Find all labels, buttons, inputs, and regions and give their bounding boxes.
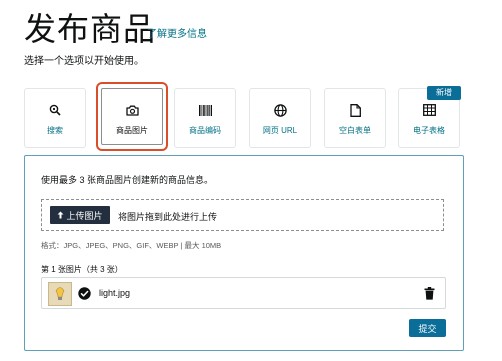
spreadsheet-icon — [422, 103, 436, 117]
format-hint: 格式：JPG、JPEG、PNG、GIF、WEBP | 最大 10MB — [41, 241, 222, 250]
uploaded-file-row: light.jpg — [41, 277, 446, 309]
upload-panel: 使用最多 3 张商品图片创建新的商品信息。 上传图片 将图片拖到此处进行上传 格… — [24, 155, 464, 351]
learn-more-link[interactable]: 了解更多信息 — [147, 25, 207, 40]
option-search-label: 搜索 — [47, 126, 63, 135]
check-circle-icon — [78, 287, 91, 300]
page-title: 发布商品 — [24, 11, 157, 47]
option-spreadsheet-label: 电子表格 — [413, 126, 445, 135]
option-cards: 搜索 商品编码 网页 URL 空白表单 电子表格 新增 — [24, 86, 464, 150]
upload-image-label: 上传图片 — [66, 210, 103, 221]
option-product-image[interactable]: 商品图片 — [101, 88, 163, 145]
option-url[interactable]: 网页 URL — [249, 88, 311, 148]
option-blank-form[interactable]: 空白表单 — [324, 88, 386, 148]
file-name: light.jpg — [99, 288, 131, 298]
option-search[interactable]: 搜索 — [24, 88, 86, 148]
barcode-icon — [198, 103, 212, 117]
upload-image-button[interactable]: 上传图片 — [50, 206, 110, 224]
trash-icon[interactable] — [424, 287, 435, 300]
page-subtitle: 选择一个选项以开始使用。 — [24, 56, 144, 67]
image-count: 第 1 张图片（共 3 张） — [41, 265, 123, 274]
upload-icon — [57, 211, 64, 219]
option-product-image-label: 商品图片 — [116, 126, 148, 135]
upload-description: 使用最多 3 张商品图片创建新的商品信息。 — [41, 175, 214, 185]
document-icon — [348, 103, 362, 117]
search-icon — [48, 103, 62, 117]
drop-zone-text: 将图片拖到此处进行上传 — [118, 212, 218, 222]
option-spreadsheet[interactable]: 电子表格 新增 — [398, 86, 461, 148]
drop-zone[interactable]: 上传图片 将图片拖到此处进行上传 — [41, 199, 444, 231]
option-url-label: 网页 URL — [262, 126, 298, 135]
option-barcode[interactable]: 商品编码 — [174, 88, 236, 148]
globe-icon — [273, 103, 287, 117]
submit-button[interactable]: 提交 — [409, 319, 446, 337]
image-thumbnail — [48, 282, 72, 306]
camera-icon — [125, 103, 139, 117]
option-blank-form-label: 空白表单 — [339, 126, 371, 135]
new-badge: 新增 — [427, 86, 461, 100]
option-barcode-label: 商品编码 — [189, 126, 221, 135]
